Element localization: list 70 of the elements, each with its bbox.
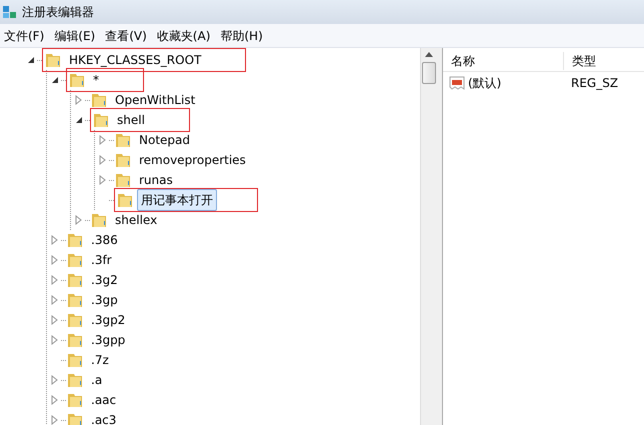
expand-icon[interactable] [50, 375, 60, 385]
expand-icon[interactable] [74, 215, 84, 225]
menu-item[interactable]: 文件(F) [0, 26, 50, 44]
tree-item[interactable]: 用记事本打开 [137, 189, 217, 211]
string-value-icon [449, 75, 465, 91]
tree-item[interactable]: .7z [87, 349, 113, 371]
folder-icon [67, 372, 83, 388]
folder-icon [67, 352, 83, 368]
folder-icon [91, 212, 107, 228]
folder-icon [93, 112, 109, 128]
column-header[interactable]: 名称 [443, 52, 563, 70]
menu-item[interactable]: 查看(V) [101, 26, 153, 44]
expand-icon[interactable] [74, 95, 84, 105]
tree-item[interactable]: shellex [111, 209, 162, 231]
tree-item[interactable]: .386 [87, 229, 122, 251]
folder-icon [67, 412, 83, 425]
folder-icon [115, 152, 131, 168]
scrollbar[interactable] [420, 48, 437, 425]
folder-icon [67, 312, 83, 328]
tree-item[interactable]: .a [87, 369, 106, 391]
folder-icon [45, 52, 61, 68]
expand-icon[interactable] [50, 315, 60, 325]
menu-item[interactable]: 收藏夹(A) [152, 26, 216, 44]
expand-icon[interactable] [50, 235, 60, 245]
folder-icon [69, 72, 85, 88]
collapse-icon[interactable] [74, 115, 84, 125]
folder-icon [115, 172, 131, 188]
expand-icon[interactable] [50, 255, 60, 265]
value-type: REG_SZ [571, 75, 618, 92]
scroll-up-icon[interactable] [425, 52, 433, 57]
tree-item[interactable]: .3g2 [87, 269, 122, 291]
menu-item[interactable]: 编辑(E) [50, 26, 102, 44]
menu-item[interactable]: 帮助(H) [216, 26, 269, 44]
folder-icon [67, 292, 83, 308]
folder-icon [117, 192, 133, 208]
expand-icon[interactable] [50, 275, 60, 285]
scroll-thumb[interactable] [422, 62, 436, 84]
tree-item[interactable]: .3gp [87, 289, 122, 311]
collapse-icon[interactable] [26, 55, 36, 65]
expand-icon[interactable] [98, 135, 108, 145]
tree-item[interactable]: Notepad [135, 129, 194, 151]
folder-icon [67, 232, 83, 248]
tree-item[interactable]: OpenWithList [111, 89, 200, 111]
tree-item[interactable]: shell [113, 109, 149, 131]
folder-icon [67, 272, 83, 288]
expand-icon[interactable] [98, 155, 108, 165]
collapse-icon[interactable] [50, 75, 60, 85]
tree-item[interactable]: removeproperties [135, 149, 250, 171]
folder-icon [67, 252, 83, 268]
tree-item[interactable]: .aac [87, 389, 120, 411]
tree-item[interactable]: .3gp2 [87, 309, 130, 331]
expand-icon[interactable] [50, 335, 60, 345]
expand-icon[interactable] [50, 295, 60, 305]
folder-icon [91, 92, 107, 108]
expand-icon[interactable] [50, 415, 60, 425]
tree-item[interactable]: * [89, 69, 103, 91]
value-name[interactable]: (默认) [468, 74, 502, 92]
tree-item[interactable]: HKEY_CLASSES_ROOT [65, 49, 206, 71]
expand-icon[interactable] [50, 395, 60, 405]
column-header[interactable]: 类型 [563, 52, 596, 70]
folder-icon [67, 392, 83, 408]
folder-icon [67, 332, 83, 348]
tree-item[interactable]: .3fr [87, 249, 116, 271]
folder-icon [115, 132, 131, 148]
tree-item[interactable]: .3gpp [87, 329, 130, 351]
window-title: 注册表编辑器 [22, 4, 94, 21]
expand-icon[interactable] [98, 175, 108, 185]
registry-icon [2, 4, 18, 20]
tree-item[interactable]: runas [135, 169, 177, 191]
tree-item[interactable]: .ac3 [87, 409, 120, 425]
